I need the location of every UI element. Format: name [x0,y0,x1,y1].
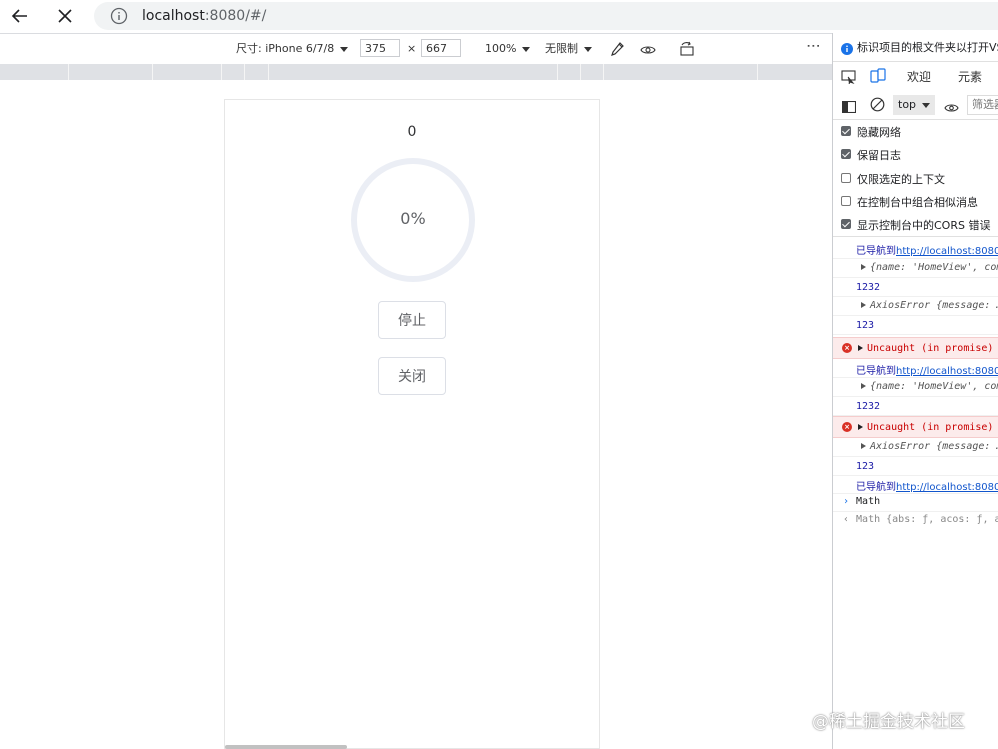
option-preserve-log[interactable]: 保留日志 [833,143,998,166]
back-button[interactable] [6,2,34,30]
console-link[interactable]: http://localhost:8080/#/ [896,366,998,377]
checkbox[interactable] [841,126,851,136]
dimension-separator: × [407,42,417,55]
throttle-select[interactable]: 无限制 [545,41,592,57]
console-message: 1232 [833,397,998,416]
option-show-cors-errors[interactable]: 显示控制台中的CORS 错误 [833,213,998,237]
console-message: 1232 [833,278,998,297]
prompt-chevron-icon: › [843,496,850,507]
console-error[interactable]: × Uncaught (in promise) [833,416,998,438]
devtools-infobar: 标识项目的根文件夹以打开VS [833,33,998,62]
progress-percent-text: 0% [400,209,426,228]
option-hide-network[interactable]: 隐藏网络 [833,120,998,143]
checkbox[interactable] [841,219,851,229]
close-button[interactable]: 关闭 [378,357,446,395]
expand-triangle-icon[interactable] [858,345,863,351]
error-icon: × [842,422,852,432]
console-link[interactable]: http://localhost:8080/#/ [896,246,998,257]
result-chevron-icon: ‹ [843,514,850,525]
devtools-panel: 标识项目的根文件夹以打开VS 欢迎 元素 top 筛选器 隐藏网络 保留日志 [832,33,998,749]
stop-loading-button[interactable] [51,2,79,30]
console-messages: 已导航到http://localhost:8080/#/ {name: 'Hom… [833,239,998,539]
console-message: 已导航到http://localhost:8080/#/ [833,239,998,259]
close-icon [58,9,72,23]
console-message: 123 [833,457,998,476]
device-screen: 0 0% 停止 关闭 [224,99,600,749]
info-icon[interactable] [110,7,128,29]
expand-triangle-icon[interactable] [861,264,866,270]
inspect-icon[interactable] [841,69,857,88]
arrow-left-icon [11,9,27,23]
console-input-echo: › Math [833,494,998,512]
horizontal-scrollbar[interactable] [225,745,347,749]
devtools-tabs: 欢迎 元素 [833,61,998,92]
expand-triangle-icon[interactable] [861,383,866,389]
emulated-viewport: 0 0% 停止 关闭 [0,80,832,749]
device-toolbar: 尺寸: iPhone 6/7/8 375 × 667 100% 无限制 ⋮ [0,33,832,65]
info-icon [841,40,853,59]
console-message: 已导航到http://localhost:8080/#/ [833,359,998,378]
chevron-down-icon [922,102,931,108]
expand-triangle-icon[interactable] [861,443,866,449]
console-link[interactable]: http://localhost:8080/#/ [896,482,998,493]
stop-button[interactable]: 停止 [378,301,446,339]
console-message[interactable]: {name: 'HomeView', component: …} [833,259,998,278]
checkbox[interactable] [841,196,851,206]
clear-console-icon[interactable] [870,97,885,116]
ruler [0,64,832,80]
more-options-icon[interactable]: ⋮ [805,39,821,53]
url-text[interactable]: localhost:8080/#/ [142,6,266,26]
chevron-down-icon [340,46,349,52]
console-message[interactable]: AxiosError {message: …} [833,297,998,316]
eyedropper-icon[interactable] [609,41,625,61]
checkbox[interactable] [841,173,851,183]
browser-toolbar: localhost:8080/#/ [0,0,998,32]
console-error[interactable]: × Uncaught (in promise) [833,337,998,359]
console-message[interactable]: {name: 'HomeView', component: …} [833,378,998,397]
live-expression-eye-icon[interactable] [944,99,959,118]
console-toolbar: top 筛选器 [833,91,998,120]
chevron-down-icon [584,46,592,52]
option-selected-context-only[interactable]: 仅限选定的上下文 [833,167,998,190]
expand-triangle-icon[interactable] [861,302,866,308]
eye-icon[interactable] [640,42,656,61]
address-bar[interactable]: localhost:8080/#/ [94,2,998,30]
console-message: 123 [833,316,998,335]
chevron-down-icon [522,46,531,52]
option-group-similar[interactable]: 在控制台中组合相似消息 [833,190,998,213]
tab-elements[interactable]: 元素 [958,68,982,85]
checkbox[interactable] [841,149,851,159]
filter-input[interactable]: 筛选器 [967,95,998,115]
console-message[interactable]: AxiosError {message: …} [833,438,998,457]
device-select[interactable]: 尺寸: iPhone 6/7/8 [236,41,349,57]
console-result[interactable]: ‹Math {abs: ƒ, acos: ƒ, acosh: ƒ} [833,512,998,530]
rotate-icon[interactable] [678,41,696,61]
zoom-select[interactable]: 100% [485,41,531,57]
console-message: 已导航到http://localhost:8080/#/ [833,476,998,494]
tab-welcome[interactable]: 欢迎 [907,68,931,85]
error-icon: × [842,343,852,353]
height-input[interactable]: 667 [421,39,461,57]
sidebar-toggle-icon[interactable] [841,98,857,117]
watermark: @稀土掘金技术社区 [812,712,965,732]
expand-triangle-icon[interactable] [858,424,863,430]
device-mode-icon[interactable] [870,68,886,88]
context-select[interactable]: top [893,95,935,115]
infobar-text[interactable]: 标识项目的根文件夹以打开VS [857,39,998,55]
counter-value: 0 [407,124,417,140]
width-input[interactable]: 375 [360,39,400,57]
